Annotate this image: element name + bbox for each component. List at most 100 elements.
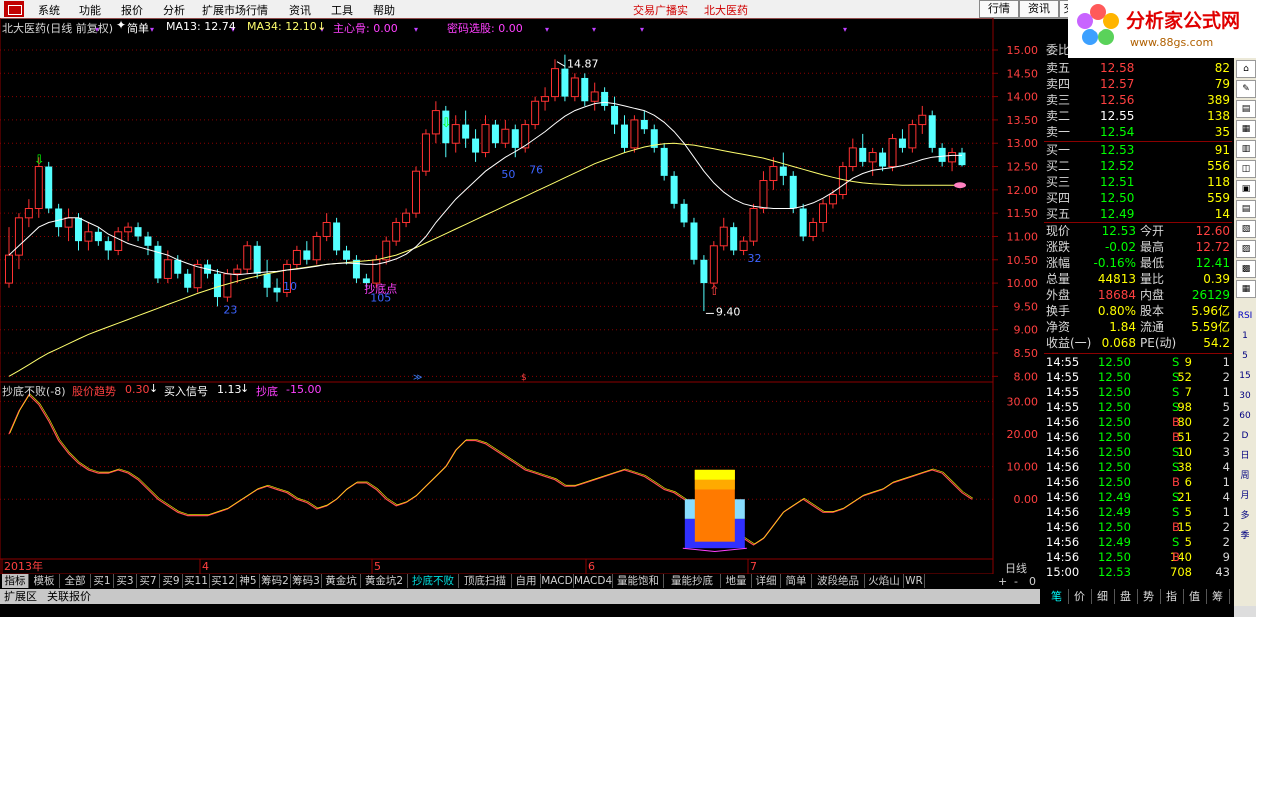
tab-7[interactable]: 买11 <box>183 574 210 588</box>
tab-related-quotes[interactable]: 关联报价 <box>47 589 91 604</box>
tab-14[interactable]: 抄底不败 <box>408 574 459 588</box>
quote-button[interactable]: 行情 <box>979 0 1019 18</box>
zoom-reset-button[interactable]: 0 <box>1029 575 1036 588</box>
stat-label: 换手 <box>1046 304 1071 318</box>
quote-tab-3[interactable]: 盘 <box>1114 589 1138 604</box>
zoom-in-button[interactable]: + <box>998 575 1007 588</box>
toolbar-icon[interactable]: ▤ <box>1236 200 1256 218</box>
toolbar-icon[interactable]: ▣ <box>1236 180 1256 198</box>
candle-body <box>193 263 202 289</box>
tick-price: 12.50 <box>1098 400 1131 414</box>
tab-13[interactable]: 黄金坑2 <box>361 574 408 588</box>
menu-extended-market[interactable]: 扩展市场行情 <box>202 2 268 18</box>
tab-5[interactable]: 买7 <box>137 574 160 588</box>
tab-extension-area[interactable]: 扩展区 <box>4 589 37 604</box>
candle-body <box>322 221 331 237</box>
stat-value: 1.84 <box>1109 320 1136 334</box>
candle-body <box>739 240 748 251</box>
toolbar-icon[interactable]: ◫ <box>1236 160 1256 178</box>
toolbar-period-3[interactable]: 15 <box>1236 368 1254 384</box>
tab-22[interactable]: 详细 <box>752 574 781 588</box>
toolbar-period-2[interactable]: 5 <box>1236 348 1254 364</box>
menu-analysis[interactable]: 分析 <box>163 2 185 18</box>
toolbar-period-9[interactable]: 月 <box>1236 488 1254 504</box>
menu-function[interactable]: 功能 <box>79 2 101 18</box>
mode-label[interactable]: 简单 <box>127 20 149 36</box>
tab-20[interactable]: 量能抄底 <box>664 574 721 588</box>
candle-body <box>948 152 957 163</box>
zoom-out-button[interactable]: - <box>1014 575 1018 588</box>
quote-tab-4[interactable]: 势 <box>1137 589 1161 604</box>
menu-tools[interactable]: 工具 <box>331 2 353 18</box>
tick-count: 2 <box>1222 370 1230 384</box>
quote-tab-0[interactable]: 笔 <box>1045 589 1069 604</box>
toolbar-icon[interactable]: ▦ <box>1236 120 1256 138</box>
menu-quote[interactable]: 报价 <box>121 2 143 18</box>
tab-4[interactable]: 买3 <box>114 574 137 588</box>
tab-9[interactable]: 神5 <box>237 574 260 588</box>
toolbar-icon[interactable]: ▧ <box>1236 220 1256 238</box>
toolbar-icon[interactable]: ▩ <box>1236 260 1256 278</box>
menu-help[interactable]: 帮助 <box>373 2 395 18</box>
tab-2[interactable]: 全部 <box>60 574 91 588</box>
toolbar-period-8[interactable]: 周 <box>1236 468 1254 484</box>
scroll-handle[interactable] <box>1234 606 1256 617</box>
kline-chart[interactable]: 15.00 14.50 14.00 13.50 13.00 12.50 12.00 11.50… <box>0 18 1040 574</box>
tab-24[interactable]: 波段绝品 <box>812 574 865 588</box>
toolbar-period-5[interactable]: 60 <box>1236 408 1254 424</box>
tab-19[interactable]: 量能饱和 <box>613 574 664 588</box>
tab-12[interactable]: 黄金坑 <box>322 574 361 588</box>
news-button[interactable]: 资讯 <box>1019 0 1059 18</box>
tick-time: 14:56 <box>1046 505 1080 519</box>
tab-26[interactable]: WR <box>904 574 925 588</box>
wave-count-4: 50 <box>501 168 515 181</box>
toolbar-icon[interactable]: ▤ <box>1236 100 1256 118</box>
menu-news[interactable]: 资讯 <box>289 2 311 18</box>
toolbar-icon[interactable]: ▦ <box>1236 280 1256 298</box>
stat-row: 涨幅 -0.16% 最低 12.41 <box>1044 255 1232 271</box>
toolbar-period-0[interactable]: RSI <box>1236 308 1254 324</box>
stat-value: 12.72 <box>1195 240 1230 254</box>
quote-tab-7[interactable]: 筹 <box>1206 589 1230 604</box>
toolbar-period-6[interactable]: D <box>1236 428 1254 444</box>
toolbar-icon[interactable]: ✎ <box>1236 80 1256 98</box>
toolbar-icon[interactable]: ⌂ <box>1236 60 1256 78</box>
tick-price: 12.50 <box>1098 445 1131 459</box>
toolbar-period-4[interactable]: 30 <box>1236 388 1254 404</box>
logo-url[interactable]: www.88gs.com <box>1130 36 1213 49</box>
tab-8[interactable]: 买12 <box>210 574 237 588</box>
quote-tab-6[interactable]: 值 <box>1183 589 1207 604</box>
toolbar-icon[interactable]: ▥ <box>1236 140 1256 158</box>
tab-23[interactable]: 简单 <box>781 574 812 588</box>
tab-18[interactable]: MACD4 <box>574 574 613 588</box>
tick-price: 12.50 <box>1098 370 1131 384</box>
tab-25[interactable]: 火焰山 <box>865 574 904 588</box>
quote-tab-5[interactable]: 指 <box>1160 589 1184 604</box>
toolbar-period-11[interactable]: 季 <box>1236 528 1254 544</box>
tab-0[interactable]: 指标 <box>2 574 29 588</box>
tick-time: 14:56 <box>1046 445 1080 459</box>
tick-side: S <box>1172 355 1180 369</box>
toolbar-period-10[interactable]: 多 <box>1236 508 1254 524</box>
toolbar-period-1[interactable]: 1 <box>1236 328 1254 344</box>
toolbar-icon[interactable]: ▨ <box>1236 240 1256 258</box>
tab-21[interactable]: 地量 <box>721 574 752 588</box>
tab-11[interactable]: 筹码3 <box>291 574 322 588</box>
toolbar-period-7[interactable]: 日 <box>1236 448 1254 464</box>
tab-3[interactable]: 买1 <box>91 574 114 588</box>
period-label[interactable]: 日线 <box>1005 560 1027 576</box>
quote-tab-2[interactable]: 细 <box>1091 589 1115 604</box>
menu-system[interactable]: 系统 <box>38 2 60 18</box>
tab-10[interactable]: 筹码2 <box>260 574 291 588</box>
app-logo-icon[interactable] <box>4 1 24 17</box>
stock-name-link[interactable]: 北大医药 <box>704 2 748 18</box>
tab-15[interactable]: 顶底扫描 <box>459 574 512 588</box>
ma13-label: MA13: 12.74 <box>166 20 236 33</box>
sub-indicator-name[interactable]: 抄底不败(-8) <box>2 383 66 399</box>
tab-1[interactable]: 模板 <box>29 574 60 588</box>
tab-6[interactable]: 买9 <box>160 574 183 588</box>
tab-17[interactable]: MACD <box>541 574 574 588</box>
tab-16[interactable]: 自用 <box>512 574 541 588</box>
quote-tab-1[interactable]: 价 <box>1068 589 1092 604</box>
broadcast-link[interactable]: 交易广播实 <box>633 2 688 18</box>
